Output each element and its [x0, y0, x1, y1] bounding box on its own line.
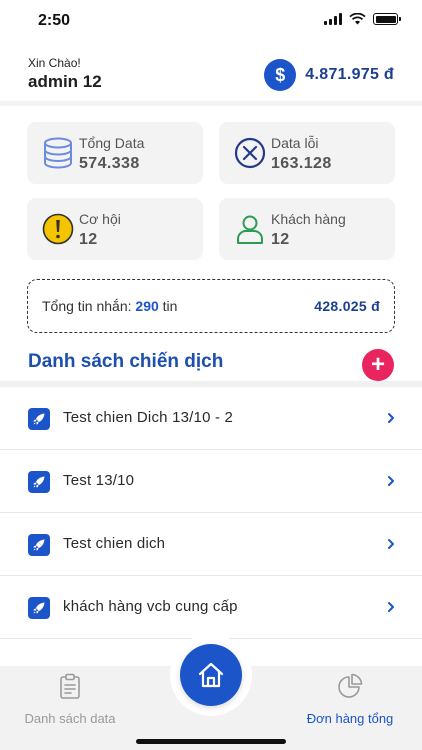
campaign-list-title: Danh sách chiến dịch — [28, 351, 224, 372]
stat-value: 163.128 — [271, 155, 332, 172]
status-time: 2:50 — [38, 12, 71, 29]
database-icon — [44, 137, 72, 169]
error-x-icon — [234, 137, 266, 169]
stat-card-opportunity[interactable]: Cơ hội 12 — [27, 198, 203, 260]
status-bar: 2:50 — [0, 0, 422, 44]
balance[interactable]: $ 4.871.975 đ — [264, 59, 394, 91]
nav-total-orders-label: Đơn hàng tổng — [306, 711, 394, 726]
opportunity-icon — [42, 213, 74, 245]
rocket-icon — [28, 471, 50, 493]
clipboard-icon — [60, 673, 80, 699]
nav-total-orders[interactable]: Đơn hàng tổng — [294, 672, 406, 726]
wifi-icon — [349, 13, 366, 25]
campaign-list: Test chien Dich 13/10 - 2 Test 13/10 Tes… — [0, 387, 422, 639]
message-count-prefix: Tổng tin nhắn: — [42, 298, 136, 314]
stat-value: 12 — [271, 231, 290, 248]
message-count-text: Tổng tin nhắn: 290 tin — [42, 298, 177, 314]
campaign-name: Test 13/10 — [63, 472, 135, 489]
greeting-text: Xin Chào! — [28, 56, 81, 70]
username: admin 12 — [28, 72, 102, 91]
campaign-name: khách hàng vcb cung cấp — [63, 598, 238, 615]
home-button[interactable] — [180, 644, 242, 706]
campaign-name: Test chien dich — [63, 535, 166, 552]
signal-icon — [324, 13, 342, 25]
stat-card-customer[interactable]: Khách hàng 12 — [219, 198, 395, 260]
balance-amount: 4.871.975 đ — [305, 66, 394, 83]
message-count-suffix: tin — [158, 298, 178, 314]
stat-card-error-data[interactable]: Data lỗi 163.128 — [219, 122, 395, 184]
stat-card-total-data[interactable]: Tổng Data 574.338 — [27, 122, 203, 184]
chevron-right-icon — [388, 413, 394, 423]
stat-label: Data lỗi — [271, 135, 319, 151]
stat-label: Khách hàng — [271, 211, 346, 227]
header-divider — [0, 101, 422, 106]
nav-data-list[interactable]: Danh sách data — [14, 672, 126, 726]
rocket-icon — [28, 534, 50, 556]
status-icons — [324, 13, 401, 25]
battery-icon — [373, 13, 401, 25]
dollar-icon: $ — [264, 59, 297, 91]
stat-value: 574.338 — [79, 155, 140, 172]
list-item[interactable]: Test chien Dich 13/10 - 2 — [0, 387, 422, 450]
list-item[interactable]: Test chien dich — [0, 513, 422, 576]
nav-data-list-label: Danh sách data — [24, 711, 116, 726]
home-indicator — [136, 739, 286, 744]
list-item[interactable]: Test 13/10 — [0, 450, 422, 513]
add-campaign-button[interactable]: + — [362, 349, 394, 381]
pie-chart-icon — [338, 673, 363, 698]
message-count: 290 — [135, 298, 159, 314]
home-icon — [198, 662, 224, 688]
stat-label: Cơ hội — [79, 211, 121, 227]
message-summary-box: Tổng tin nhắn: 290 tin 428.025 đ — [27, 279, 395, 333]
chevron-right-icon — [388, 602, 394, 612]
list-item[interactable]: khách hàng vcb cung cấp — [0, 576, 422, 639]
rocket-icon — [28, 408, 50, 430]
campaign-name: Test chien Dich 13/10 - 2 — [63, 409, 234, 426]
customer-icon — [237, 215, 263, 244]
stat-value: 12 — [79, 231, 98, 248]
chevron-right-icon — [388, 539, 394, 549]
stat-label: Tổng Data — [79, 135, 145, 151]
chevron-right-icon — [388, 476, 394, 486]
message-amount: 428.025 đ — [314, 298, 380, 314]
rocket-icon — [28, 597, 50, 619]
